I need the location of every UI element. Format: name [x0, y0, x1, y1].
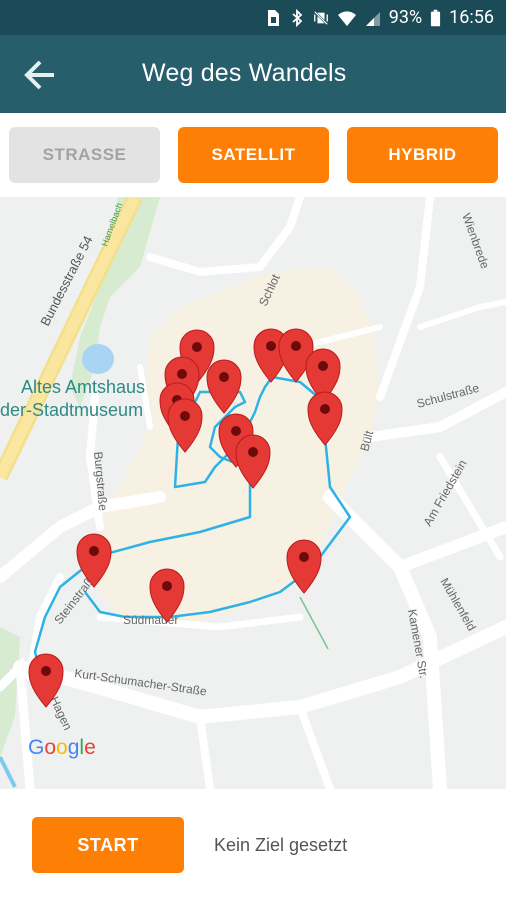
battery-percent: 93%	[388, 7, 423, 28]
poi-label-amtshaus: Altes Amtshaus	[21, 377, 145, 397]
bluetooth-icon	[292, 8, 303, 27]
battery-icon	[431, 9, 441, 26]
street-label-wienbrede: Wienbrede	[459, 211, 492, 271]
sim-icon	[267, 9, 279, 26]
footer-bar: START Kein Ziel gesetzt	[0, 789, 506, 900]
vibrate-mute-icon	[313, 10, 328, 25]
map-type-satellite-button[interactable]: SATELLIT	[178, 127, 329, 183]
park-area	[0, 627, 20, 757]
destination-status: Kein Ziel gesetzt	[214, 835, 348, 855]
map-marker[interactable]	[286, 539, 322, 594]
back-arrow-icon[interactable]	[20, 55, 60, 95]
start-button[interactable]: START	[32, 817, 184, 873]
main-road	[0, 197, 140, 480]
clock: 16:56	[449, 7, 494, 28]
pond	[82, 344, 114, 374]
wifi-icon	[337, 10, 356, 26]
street-label-muehlenfeld: Mühlenfeld	[437, 576, 478, 634]
footpath	[299, 596, 329, 650]
map-canvas[interactable]: Bundesstraße 54 Hamelbach Altes Amtshaus…	[0, 197, 506, 789]
map-type-selector: STRASSE SATELLIT HYBRID	[0, 113, 506, 197]
map-view[interactable]: Bundesstraße 54 Hamelbach Altes Amtshaus…	[0, 197, 506, 789]
map-type-street-button[interactable]: STRASSE	[9, 127, 160, 183]
map-type-hybrid-button[interactable]: HYBRID	[347, 127, 498, 183]
poi-label-stadtmuseum: der-Stadtmuseum	[0, 400, 143, 420]
signal-icon	[365, 11, 380, 26]
svg-text:Google: Google	[28, 736, 96, 759]
status-bar: 93% 16:56	[0, 0, 506, 35]
page-title: Weg des Wandels	[142, 59, 347, 87]
stream	[0, 756, 17, 788]
google-logo: Google	[28, 736, 96, 759]
app-bar: Weg des Wandels	[0, 35, 506, 113]
